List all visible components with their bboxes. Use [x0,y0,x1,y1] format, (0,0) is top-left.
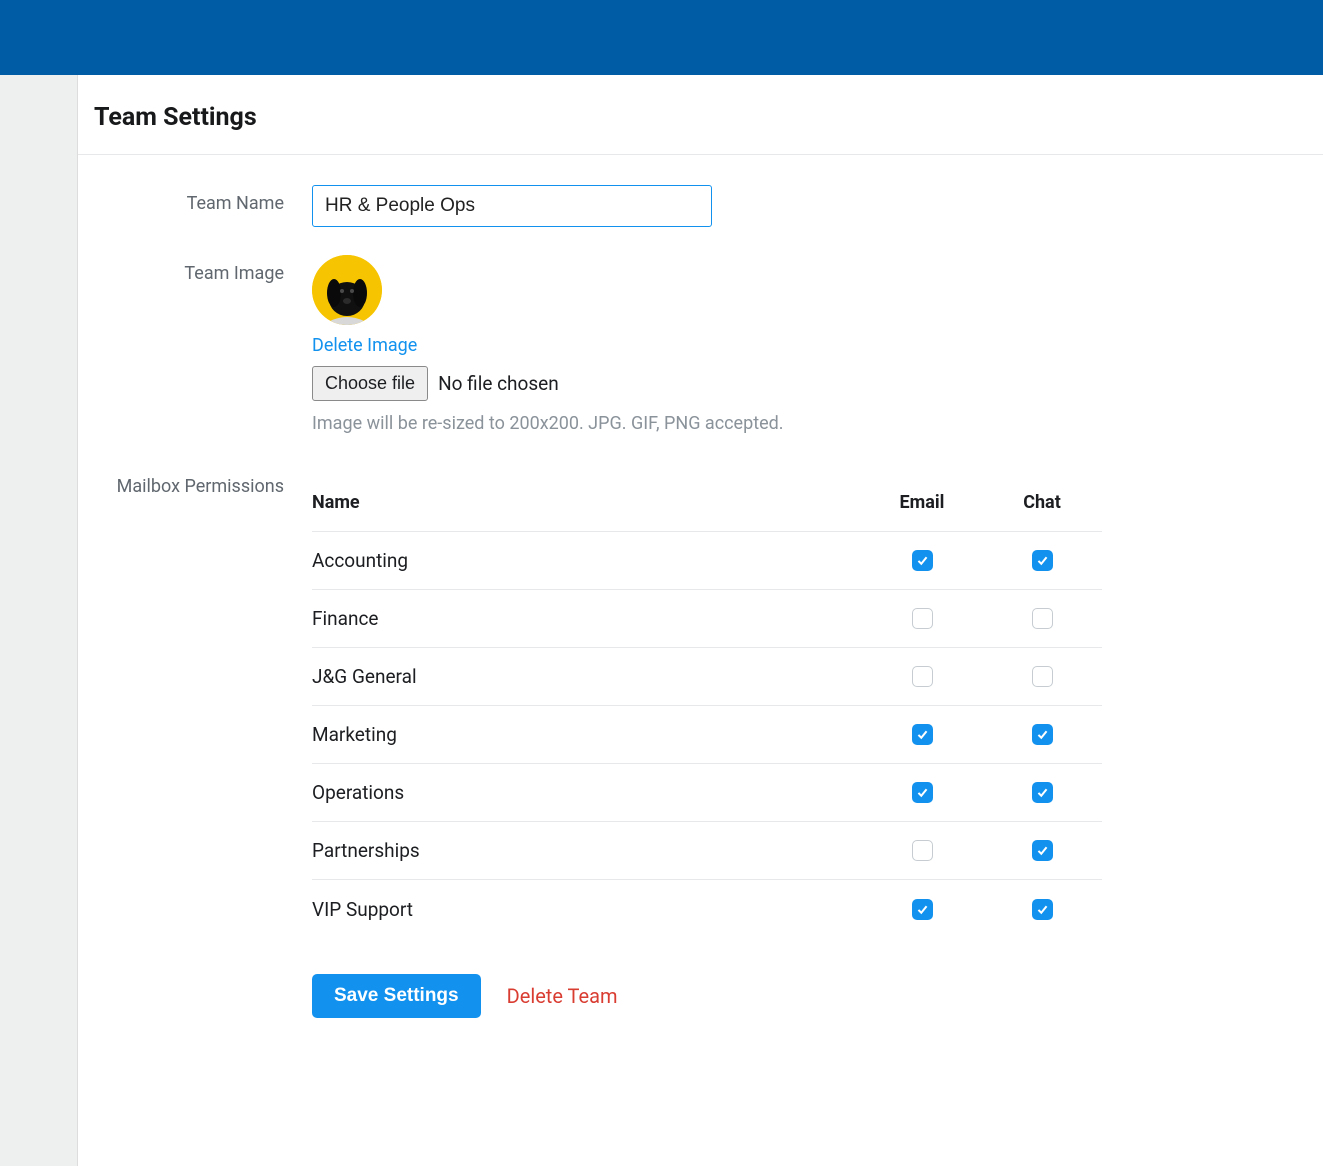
file-status: No file chosen [438,372,559,395]
page-title: Team Settings [78,75,1323,154]
chat-cell [982,550,1102,571]
permissions-label: Mailbox Permissions [98,474,312,497]
delete-team-link[interactable]: Delete Team [507,984,618,1008]
row-permissions: Mailbox Permissions Name Email Chat Acco… [98,474,1303,1018]
permissions-header-chat: Chat [982,492,1102,513]
email-checkbox[interactable] [912,840,933,861]
row-name: Marketing [312,723,862,746]
row-name: Finance [312,607,862,630]
table-row: Accounting [312,532,1102,590]
chat-checkbox[interactable] [1032,724,1053,745]
team-image-field-wrap: Delete Image Choose file No file chosen … [312,255,1102,434]
page-wrap: Team Settings Team Name Team Image [0,75,1323,1166]
table-row: Finance [312,590,1102,648]
chat-cell [982,608,1102,629]
dog-icon [312,255,382,325]
chat-cell [982,899,1102,920]
actions: Save Settings Delete Team [312,974,1102,1018]
email-checkbox[interactable] [912,550,933,571]
email-checkbox[interactable] [912,666,933,687]
chat-checkbox[interactable] [1032,550,1053,571]
choose-file-button[interactable]: Choose file [312,366,428,401]
chat-checkbox[interactable] [1032,608,1053,629]
chat-cell [982,666,1102,687]
permissions-header-email: Email [862,492,982,513]
chat-cell [982,840,1102,861]
team-avatar [312,255,382,325]
chat-cell [982,724,1102,745]
row-name: VIP Support [312,898,862,921]
email-checkbox[interactable] [912,899,933,920]
content-panel: Team Settings Team Name Team Image [78,75,1323,1166]
email-cell [862,724,982,745]
row-name: Operations [312,781,862,804]
row-name: J&G General [312,665,862,688]
form-area: Team Name Team Image [78,155,1323,1058]
email-checkbox[interactable] [912,724,933,745]
permissions-header-name: Name [312,492,862,513]
save-settings-button[interactable]: Save Settings [312,974,481,1018]
chat-checkbox[interactable] [1032,899,1053,920]
row-team-name: Team Name [98,185,1303,227]
chat-checkbox[interactable] [1032,782,1053,803]
row-name: Partnerships [312,839,862,862]
table-row: VIP Support [312,880,1102,938]
team-name-field-wrap [312,185,1102,227]
delete-image-link[interactable]: Delete Image [312,335,417,356]
row-name: Accounting [312,549,862,572]
chat-checkbox[interactable] [1032,840,1053,861]
email-cell [862,608,982,629]
table-row: Operations [312,764,1102,822]
team-name-label: Team Name [98,185,312,214]
chat-checkbox[interactable] [1032,666,1053,687]
email-checkbox[interactable] [912,782,933,803]
permissions-table: Name Email Chat Accounting Finance J&G Gen… [312,474,1102,1018]
email-checkbox[interactable] [912,608,933,629]
email-cell [862,782,982,803]
email-cell [862,899,982,920]
permissions-header-row: Name Email Chat [312,474,1102,532]
chat-cell [982,782,1102,803]
team-image-label: Team Image [98,255,312,284]
app-header [0,0,1323,75]
file-row: Choose file No file chosen [312,366,1102,401]
email-cell [862,840,982,861]
email-cell [862,550,982,571]
table-row: Partnerships [312,822,1102,880]
team-name-input[interactable] [312,185,712,227]
image-hint: Image will be re-sized to 200x200. JPG. … [312,413,1102,434]
table-row: J&G General [312,648,1102,706]
table-row: Marketing [312,706,1102,764]
left-gutter [0,75,78,1166]
row-team-image: Team Image [98,255,1303,434]
permissions-body: Accounting Finance J&G General Marketing Ope… [312,532,1102,938]
email-cell [862,666,982,687]
